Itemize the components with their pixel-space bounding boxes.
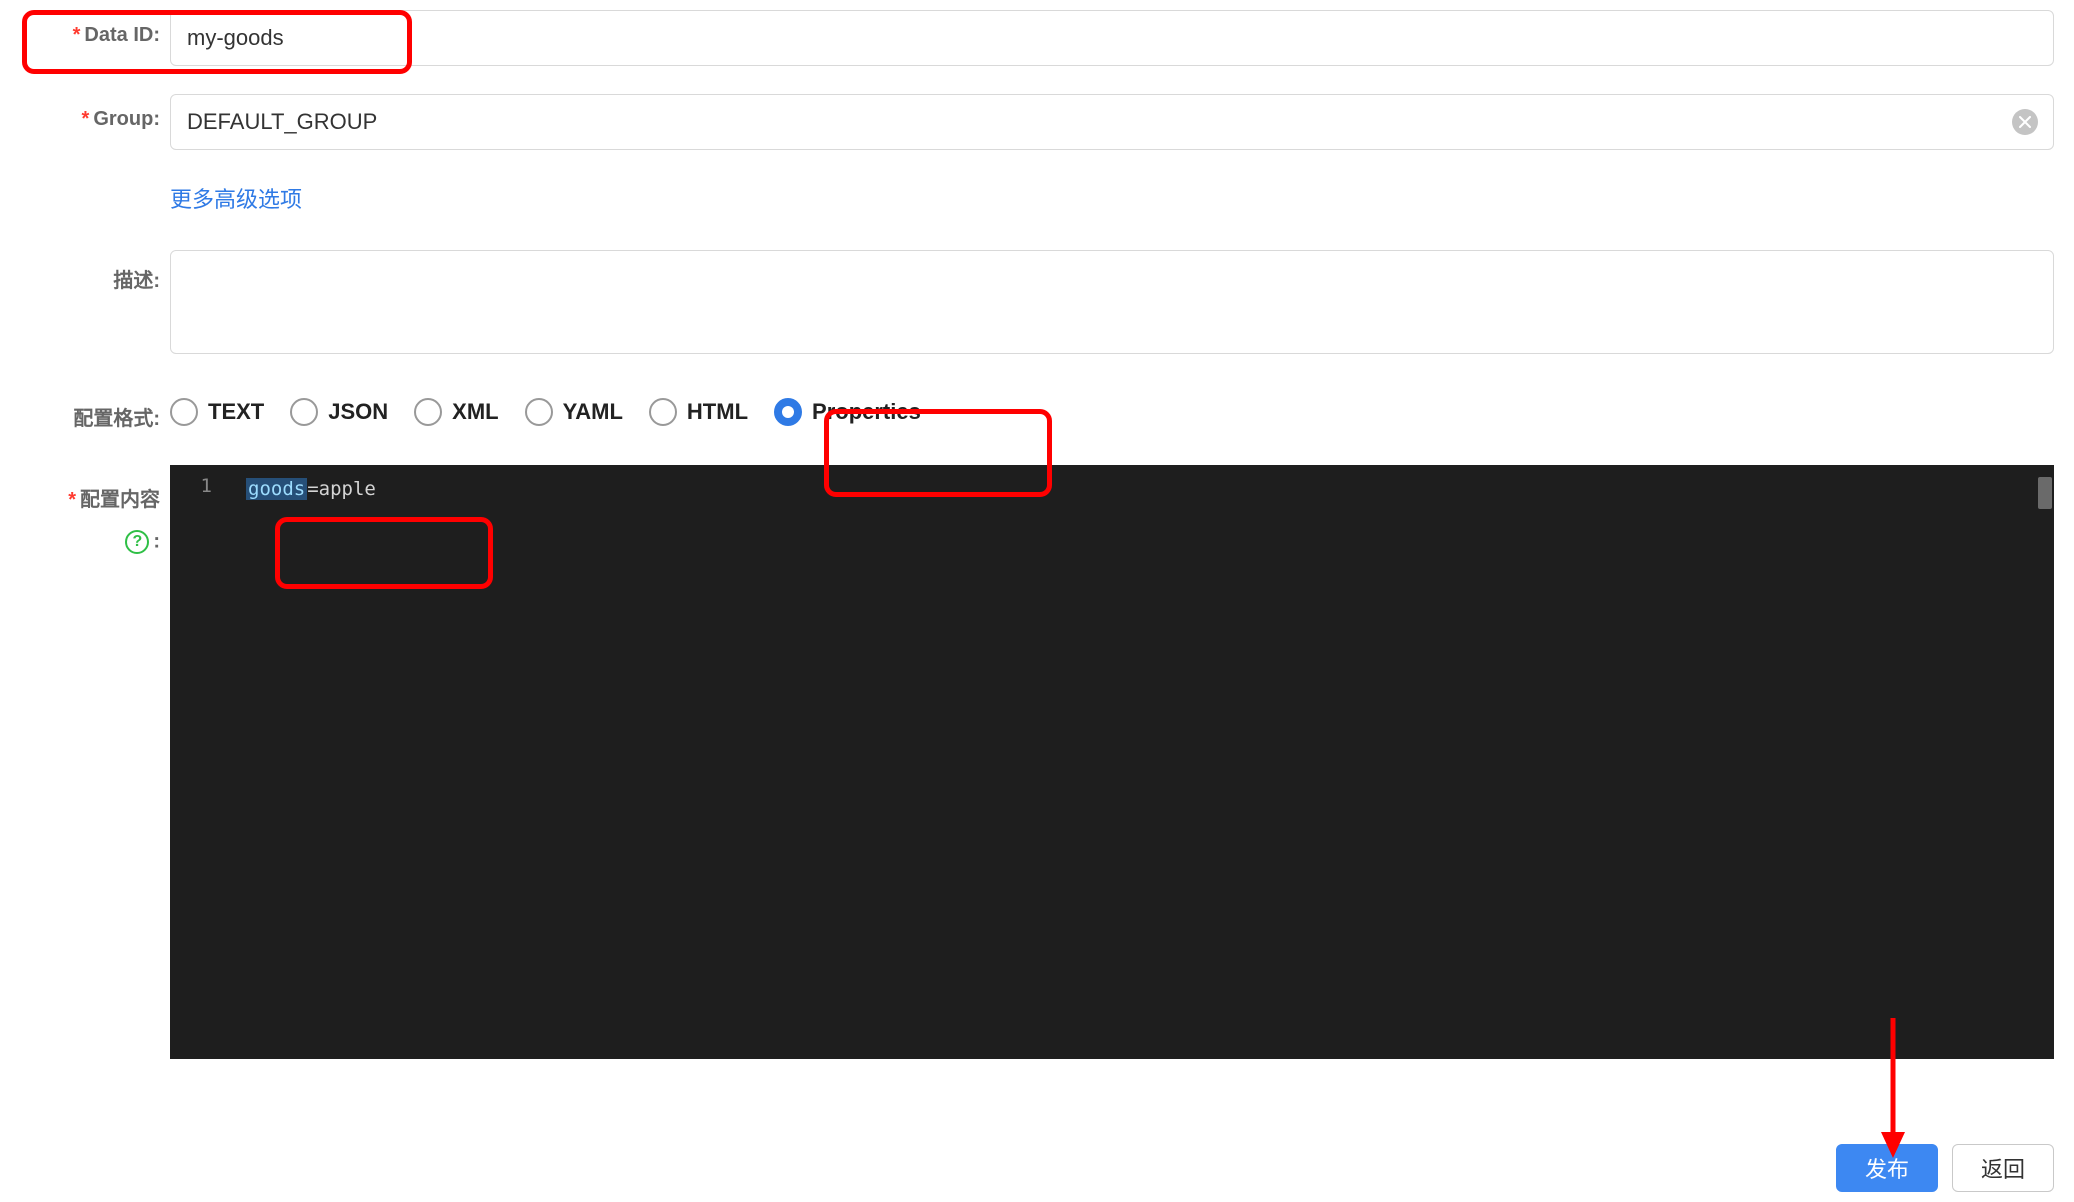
row-group: *Group:: [20, 94, 2054, 150]
required-mark: *: [82, 108, 90, 130]
radio-label: HTML: [687, 399, 748, 425]
config-form: *Data ID: *Group: 更多高级选项 描述:: [0, 0, 2074, 1059]
help-icon[interactable]: ?: [125, 530, 149, 554]
radio-dot-icon: [290, 398, 318, 426]
publish-button[interactable]: 发布: [1836, 1144, 1938, 1192]
clear-group-icon[interactable]: [2012, 109, 2038, 135]
radio-json[interactable]: JSON: [290, 398, 388, 426]
footer-actions: 发布 返回: [1836, 1134, 2054, 1202]
row-data-id: *Data ID:: [20, 10, 2054, 66]
label-content: *配置内容 ?:: [20, 465, 170, 554]
row-more-options: 更多高级选项: [20, 178, 2054, 214]
radio-html[interactable]: HTML: [649, 398, 748, 426]
more-options-link[interactable]: 更多高级选项: [170, 178, 302, 214]
label-text: Data ID:: [84, 24, 160, 46]
token-op: =: [307, 478, 318, 500]
radio-dot-icon: [170, 398, 198, 426]
label-text: 配置格式:: [73, 408, 160, 430]
label-text: 描述:: [113, 270, 160, 292]
radio-label: Properties: [812, 399, 921, 425]
editor-scrollbar-thumb[interactable]: [2038, 477, 2052, 509]
format-radio-group: TEXT JSON XML YAML HTML: [170, 388, 2054, 426]
label-description: 描述:: [20, 250, 170, 293]
token-val: apple: [319, 478, 376, 500]
data-id-input[interactable]: [170, 10, 2054, 66]
radio-dot-icon: [774, 398, 802, 426]
required-mark: *: [73, 24, 81, 46]
row-format: 配置格式: TEXT JSON XML YAML: [20, 388, 2054, 431]
radio-xml[interactable]: XML: [414, 398, 498, 426]
group-input[interactable]: [170, 94, 2054, 150]
label-group: *Group:: [20, 94, 170, 131]
radio-yaml[interactable]: YAML: [525, 398, 623, 426]
label-text: Group:: [93, 108, 160, 130]
radio-properties[interactable]: Properties: [774, 398, 921, 426]
code-editor[interactable]: 1 goods=apple: [170, 465, 2054, 1059]
row-content: *配置内容 ?: 1 goods=apple: [20, 465, 2054, 1059]
back-button[interactable]: 返回: [1952, 1144, 2054, 1192]
description-input[interactable]: [170, 250, 2054, 354]
radio-dot-icon: [414, 398, 442, 426]
radio-label: XML: [452, 399, 498, 425]
line-number: 1: [170, 475, 212, 497]
radio-dot-icon: [525, 398, 553, 426]
editor-gutter: 1: [170, 465, 226, 1059]
row-description: 描述:: [20, 250, 2054, 360]
radio-text[interactable]: TEXT: [170, 398, 264, 426]
label-data-id: *Data ID:: [20, 10, 170, 47]
help-colon: :: [153, 530, 160, 552]
radio-label: YAML: [563, 399, 623, 425]
radio-dot-icon: [649, 398, 677, 426]
radio-label: TEXT: [208, 399, 264, 425]
token-key: goods: [246, 478, 307, 500]
code-line: goods=apple: [246, 475, 2054, 503]
label-text: 配置内容: [80, 489, 160, 511]
radio-label: JSON: [328, 399, 388, 425]
required-mark: *: [68, 489, 76, 511]
editor-content[interactable]: goods=apple: [226, 465, 2054, 1059]
label-format: 配置格式:: [20, 388, 170, 431]
